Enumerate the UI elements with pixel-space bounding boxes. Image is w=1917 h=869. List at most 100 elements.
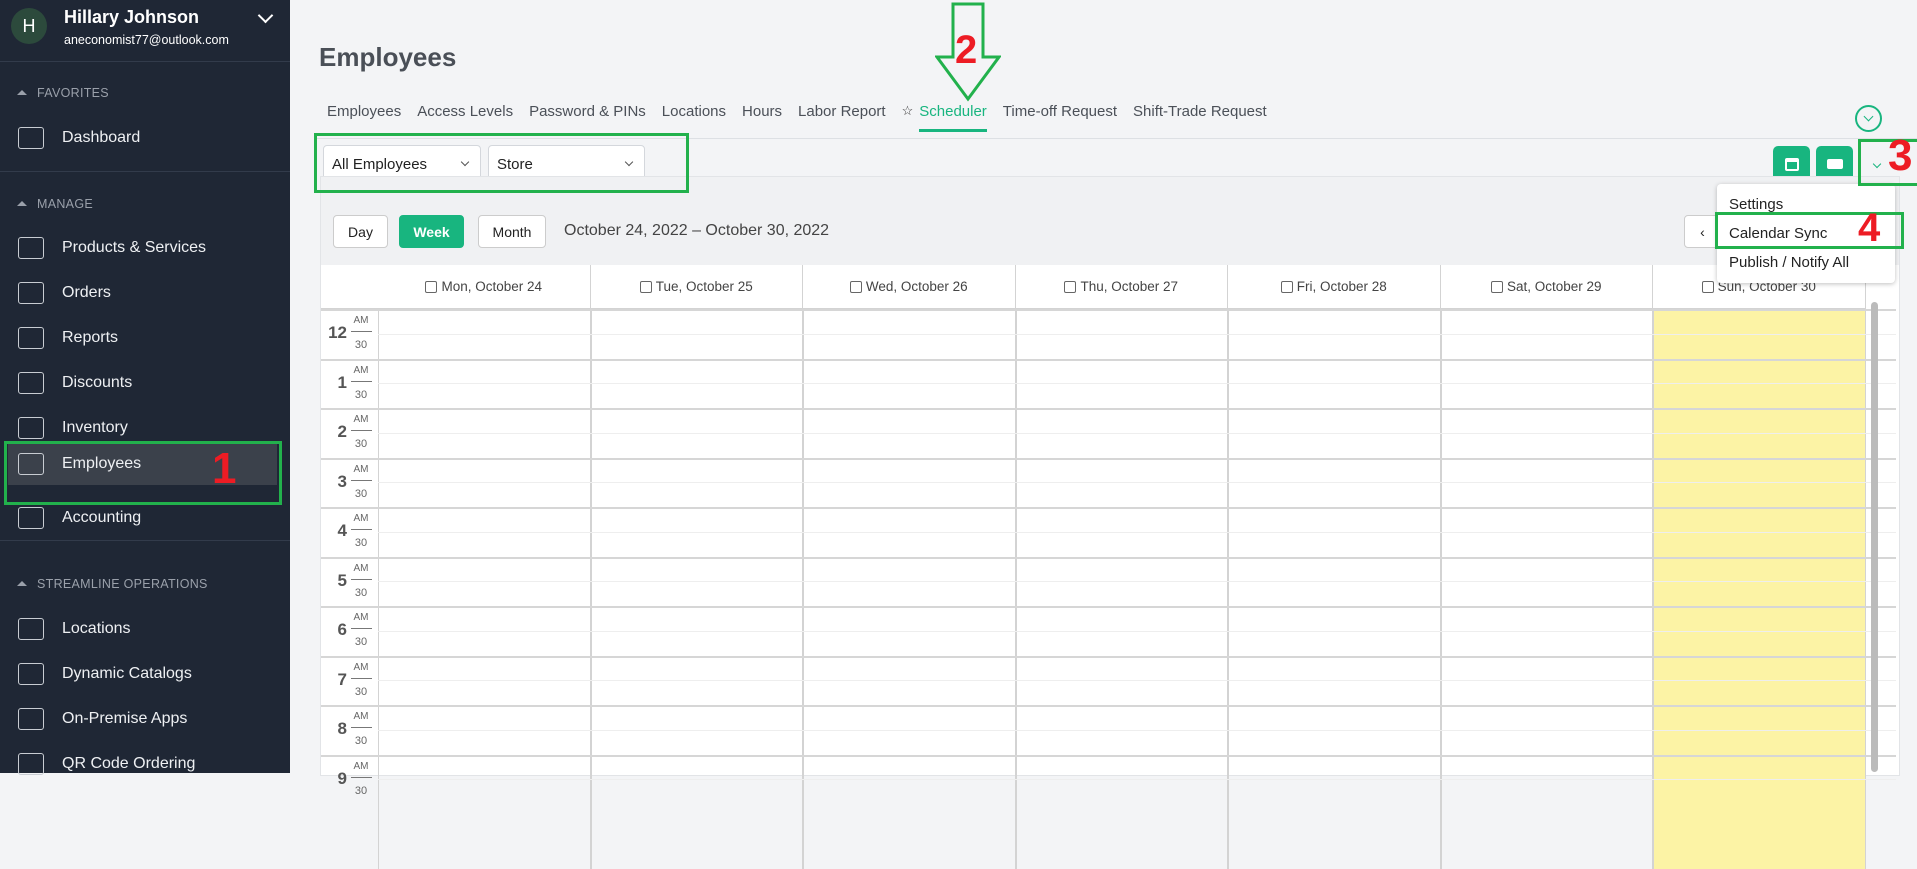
time-gutter-header bbox=[321, 265, 378, 309]
day-checkbox[interactable] bbox=[639, 280, 652, 293]
section-streamline-operations[interactable]: STREAMLINE OPERATIONS bbox=[17, 577, 208, 591]
half-hour-line bbox=[378, 581, 1896, 583]
scrollbar[interactable] bbox=[1871, 302, 1878, 772]
day-checkbox[interactable] bbox=[425, 280, 438, 293]
sidebar-item-dynamic-catalogs[interactable]: Dynamic Catalogs bbox=[8, 652, 277, 695]
day-header[interactable]: Wed, October 26 bbox=[803, 265, 1016, 309]
hour-label: 2 bbox=[337, 422, 347, 441]
hour-row bbox=[321, 556, 1896, 559]
annotation-number-2: 2 bbox=[955, 28, 978, 72]
tab-labor-report[interactable]: Labor Report bbox=[798, 103, 886, 130]
sidebar-item-orders[interactable]: Orders bbox=[8, 271, 277, 314]
am-label: AM bbox=[353, 661, 369, 673]
annotation-number-3: 3 bbox=[1888, 131, 1913, 180]
hour-row bbox=[321, 507, 1896, 509]
divider bbox=[351, 331, 372, 332]
half-hour-line bbox=[378, 482, 1896, 484]
half-hour-line bbox=[378, 729, 1896, 731]
day-header[interactable]: Thu, October 27 bbox=[1015, 265, 1228, 309]
printer-icon bbox=[1826, 159, 1843, 169]
tab-time-off-request[interactable]: Time-off Request bbox=[1003, 103, 1117, 130]
day-column[interactable] bbox=[803, 309, 1016, 869]
day-checkbox[interactable] bbox=[1280, 280, 1293, 293]
user-menu[interactable]: H Hillary Johnson aneconomist77@outlook.… bbox=[0, 0, 290, 62]
sidebar-item-label: Inventory bbox=[62, 418, 128, 436]
sidebar-item-products-services[interactable]: Products & Services bbox=[8, 226, 277, 269]
day-view-button[interactable]: Day bbox=[333, 215, 388, 248]
day-column[interactable] bbox=[590, 309, 803, 869]
week-view-button[interactable]: Week bbox=[399, 215, 464, 248]
half-hour-label: 30 bbox=[354, 487, 368, 500]
collapse-toggle-button[interactable] bbox=[1855, 105, 1882, 132]
hour-label: 1 bbox=[337, 372, 347, 392]
day-checkbox[interactable] bbox=[1490, 280, 1503, 293]
day-checkbox[interactable] bbox=[1064, 280, 1077, 293]
menu-item-settings[interactable]: Settings bbox=[1729, 196, 1783, 213]
day-column[interactable] bbox=[378, 309, 591, 869]
day-header[interactable]: Mon, October 24 bbox=[378, 265, 591, 309]
catalog-icon bbox=[18, 662, 44, 685]
hour-row bbox=[321, 655, 1896, 658]
am-label: AM bbox=[353, 612, 369, 623]
day-header[interactable]: Fri, October 28 bbox=[1228, 265, 1441, 309]
user-email: aneconomist77@outlook.com bbox=[64, 33, 229, 47]
sidebar-item-label: Reports bbox=[62, 328, 119, 346]
day-checkbox[interactable] bbox=[849, 280, 862, 293]
sidebar-item-locations[interactable]: Locations bbox=[8, 607, 277, 650]
day-column[interactable] bbox=[1440, 309, 1653, 869]
half-hour-label: 30 bbox=[354, 784, 368, 797]
tab-employees[interactable]: Employees bbox=[327, 103, 401, 130]
sidebar-item-dashboard[interactable]: Dashboard bbox=[8, 116, 277, 159]
sidebar-item-on-premise-apps[interactable]: On-Premise Apps bbox=[8, 697, 277, 740]
tab-shift-trade-request[interactable]: Shift-Trade Request bbox=[1133, 103, 1267, 130]
hour-row bbox=[321, 606, 1896, 608]
annotation-box-filters bbox=[314, 133, 689, 193]
day-header[interactable]: Sat, October 29 bbox=[1440, 265, 1653, 309]
monitor-icon bbox=[18, 126, 44, 149]
hour-row bbox=[321, 754, 1896, 757]
reports-icon bbox=[18, 326, 44, 349]
tab-locations[interactable]: Locations bbox=[662, 103, 726, 130]
sidebar: H Hillary Johnson aneconomist77@outlook.… bbox=[0, 0, 290, 775]
menu-item-publish-notify-all[interactable]: Publish / Notify All bbox=[1729, 254, 1849, 271]
half-hour-label: 30 bbox=[354, 685, 368, 698]
day-column[interactable] bbox=[1228, 309, 1441, 869]
hour-label: 9 bbox=[337, 768, 347, 788]
day-header[interactable]: Tue, October 25 bbox=[590, 265, 803, 309]
chevron-down-icon[interactable] bbox=[257, 7, 274, 24]
half-hour-line bbox=[378, 432, 1896, 434]
sidebar-item-label: Dynamic Catalogs bbox=[62, 664, 192, 682]
day-label: Mon, October 24 bbox=[441, 279, 543, 294]
day-column[interactable] bbox=[1653, 309, 1866, 869]
products-icon bbox=[18, 236, 44, 259]
day-label: Wed, October 26 bbox=[865, 279, 968, 294]
tab-hours[interactable]: Hours bbox=[742, 103, 782, 130]
hour-label: 7 bbox=[337, 669, 347, 689]
calendar-icon bbox=[1784, 157, 1799, 171]
qr-code-icon bbox=[18, 752, 44, 775]
half-hour-label: 30 bbox=[354, 388, 368, 401]
tab-scheduler[interactable]: Scheduler bbox=[919, 103, 987, 132]
star-icon[interactable]: ☆ bbox=[902, 103, 914, 130]
half-hour-label: 30 bbox=[354, 636, 368, 648]
half-hour-line bbox=[378, 779, 1896, 781]
section-manage[interactable]: MANAGE bbox=[17, 197, 93, 211]
sidebar-item-qr-code-ordering[interactable]: QR Code Ordering bbox=[8, 742, 277, 785]
divider bbox=[351, 578, 372, 580]
sidebar-item-label: Orders bbox=[62, 283, 111, 301]
tab-password-pins[interactable]: Password & PINs bbox=[529, 103, 646, 130]
sidebar-item-reports[interactable]: Reports bbox=[8, 316, 277, 359]
day-column[interactable] bbox=[1015, 309, 1228, 869]
chevron-down-icon bbox=[1863, 111, 1874, 122]
section-favorites[interactable]: FAVORITES bbox=[17, 86, 109, 100]
hour-row bbox=[321, 309, 1896, 311]
annotation-number-1: 1 bbox=[212, 444, 237, 493]
sidebar-item-discounts[interactable]: Discounts bbox=[8, 361, 277, 404]
divider bbox=[0, 171, 290, 172]
hour-label: 6 bbox=[337, 620, 347, 639]
avatar: H bbox=[11, 8, 47, 44]
month-view-button[interactable]: Month bbox=[478, 215, 546, 248]
day-checkbox[interactable] bbox=[1701, 280, 1714, 293]
divider bbox=[0, 540, 290, 541]
tab-access-levels[interactable]: Access Levels bbox=[417, 103, 513, 130]
